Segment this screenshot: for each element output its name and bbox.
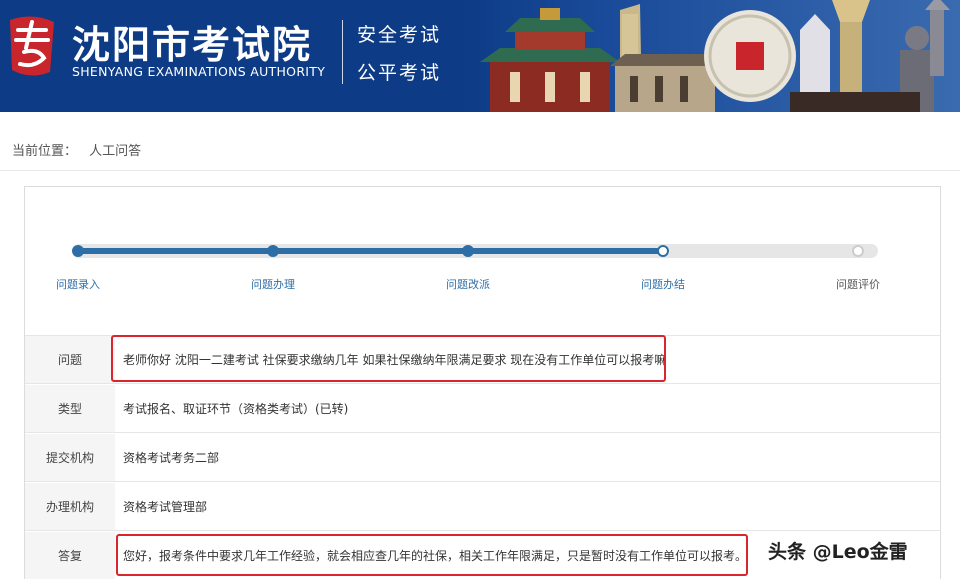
type-label: 类型 [25, 385, 115, 432]
watermark: 头条 @Leo金雷 [768, 541, 908, 563]
step-label-reassign: 问题改派 [446, 278, 490, 291]
detail-row-submit-org: 提交机构 资格考试考务二部 [25, 434, 940, 482]
handle-org-label: 办理机构 [25, 483, 115, 530]
question-label: 问题 [25, 336, 115, 383]
city-skyline-illustration-icon [480, 0, 950, 112]
site-subtitle: SHENYANG EXAMINATIONS AUTHORITY [72, 64, 326, 79]
breadcrumb-prefix: 当前位置： [12, 144, 78, 159]
step-dot-evaluation [852, 245, 864, 257]
header-divider [342, 20, 343, 84]
exam-authority-logo-icon[interactable] [4, 12, 60, 80]
slogan-fair-exam: 公平考试 [357, 62, 442, 84]
breadcrumb-current[interactable]: 人工问答 [89, 144, 141, 159]
type-value: 考试报名、取证环节（资格类考试）(已转) [123, 402, 349, 416]
step-label-processing: 问题办理 [251, 278, 295, 291]
progress-fill [76, 248, 663, 254]
slogan-safe-exam: 安全考试 [357, 24, 442, 46]
step-label-closed: 问题办结 [641, 278, 685, 291]
answer-label: 答复 [25, 532, 115, 579]
handle-org-value: 资格考试管理部 [123, 500, 208, 514]
site-title[interactable]: 沈阳市考试院 [72, 14, 312, 69]
progress-stepper [48, 240, 878, 264]
submit-org-label: 提交机构 [25, 434, 115, 481]
breadcrumb: 当前位置： 人工问答 [12, 140, 141, 159]
site-header: 沈阳市考试院 SHENYANG EXAMINATIONS AUTHORITY 安… [0, 0, 960, 112]
detail-row-type: 类型 考试报名、取证环节（资格类考试）(已转) [25, 385, 940, 433]
submit-org-value: 资格考试考务二部 [123, 451, 220, 465]
step-dot-closed [657, 245, 669, 257]
breadcrumb-divider [0, 170, 960, 171]
detail-row-handle-org: 办理机构 资格考试管理部 [25, 483, 940, 531]
step-dot-processing [267, 245, 279, 257]
answer-highlight-box [116, 534, 748, 576]
step-dot-entry [72, 245, 84, 257]
step-label-evaluation: 问题评价 [836, 278, 880, 291]
step-label-entry: 问题录入 [56, 278, 100, 291]
question-highlight-box [111, 335, 666, 382]
step-dot-reassign [462, 245, 474, 257]
